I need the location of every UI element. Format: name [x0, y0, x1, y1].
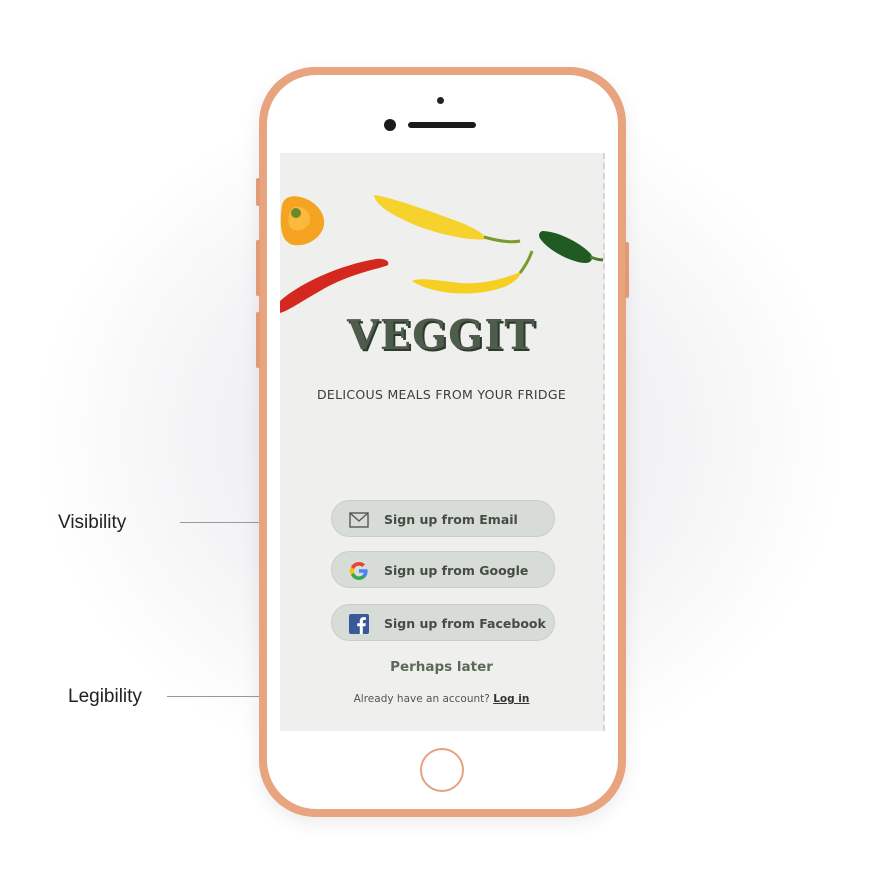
home-button[interactable]: [420, 748, 464, 792]
login-link[interactable]: Log in: [493, 693, 529, 705]
app-tagline: DELICOUS MEALS FROM YOUR FRIDGE: [316, 387, 567, 402]
power-button: [625, 242, 629, 298]
already-account-row: Already have an account? Log in: [280, 693, 603, 705]
legibility-annotation: Legibility: [68, 686, 142, 707]
jalapeno-icon: [539, 231, 603, 263]
signup-email-button[interactable]: Sign up from Email: [331, 500, 555, 537]
sensor-dot: [437, 97, 444, 104]
mute-switch: [256, 178, 260, 206]
visibility-annotation: Visibility: [58, 512, 127, 533]
facebook-icon: [348, 613, 370, 635]
already-account-text: Already have an account?: [353, 693, 490, 705]
signup-google-label: Sign up from Google: [384, 563, 529, 578]
google-icon: [348, 560, 370, 582]
signup-google-button[interactable]: Sign up from Google: [331, 551, 555, 588]
signup-email-label: Sign up from Email: [384, 512, 518, 527]
mail-icon: [348, 509, 370, 531]
volume-up-button: [256, 240, 260, 296]
app-screen: VEGGIT DELICOUS MEALS FROM YOUR FRIDGE S…: [280, 153, 605, 731]
volume-down-button: [256, 312, 260, 368]
perhaps-later-link[interactable]: Perhaps later: [280, 659, 603, 675]
red-chili-icon: [280, 258, 389, 313]
peppers-illustration: [280, 195, 603, 313]
yellow-chili-top-icon: [374, 195, 521, 244]
front-camera: [384, 119, 396, 131]
signup-facebook-button[interactable]: Sign up from Facebook: [331, 604, 555, 641]
app-logo: VEGGIT: [347, 311, 536, 359]
orange-pepper-icon: [280, 196, 325, 246]
signup-facebook-label: Sign up from Facebook: [384, 616, 546, 631]
yellow-chili-bottom-icon: [412, 250, 534, 294]
earpiece-speaker: [408, 122, 476, 128]
